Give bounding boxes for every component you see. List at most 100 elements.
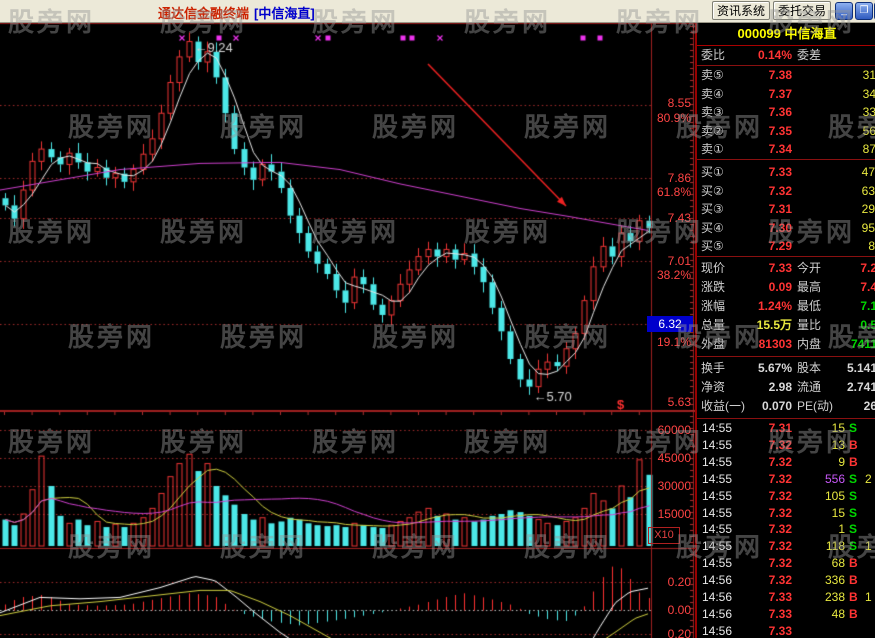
price-axis-label: 61.8% [656, 185, 691, 199]
volume-unit-label: X10 [648, 527, 680, 544]
trade-extra: 2 [865, 471, 872, 486]
quote-label: 外盘 [701, 337, 726, 351]
trade-row[interactable]: 14:55 7.32 68 B [697, 555, 875, 572]
title-bar: 通达信金融终端[中信海直] 资讯系统 委托交易 _ ❐ ✕ [0, 0, 875, 23]
volume-axis-label: 45000 [657, 451, 691, 465]
ask-volume: 31 [862, 68, 875, 82]
quote-value: 5.67% [757, 361, 792, 375]
trade-time: 14:56 [702, 590, 733, 604]
ask-volume: 56 [862, 123, 875, 138]
trade-row[interactable]: 14:56 7.33 [697, 623, 875, 638]
price-axis-label: 38.2% [656, 268, 691, 282]
trade-price: 7.33 [768, 623, 792, 638]
bid-price: 7.29 [768, 239, 792, 254]
ask-price: 7.34 [768, 142, 792, 157]
bid-price: 7.33 [768, 165, 792, 179]
price-axis-label: 80.9% [656, 111, 691, 125]
trade-row[interactable]: 14:55 7.32 556 S 2 [697, 471, 875, 488]
bid-label: 买③ [701, 202, 724, 217]
quote-label: 总量 [701, 318, 726, 332]
trade-row[interactable]: 14:55 7.32 105 S [697, 488, 875, 505]
ask-label: 卖③ [701, 105, 724, 120]
trade-price: 7.32 [768, 437, 792, 452]
trade-volume: 68 [831, 556, 845, 571]
trade-row[interactable]: 14:56 7.32 336 B [697, 572, 875, 589]
stock-name-bracket: [中信海直] [254, 6, 315, 21]
ask-row: 卖④ 7.37 34 [697, 85, 875, 103]
quote-panel: 000099 中信海直 委比 0.14% 委差 卖⑤ 7.38 31 卖④ 7.37 34… [695, 22, 875, 638]
quote-value: 2.98 [768, 380, 792, 394]
trade-time: 14:55 [702, 437, 733, 452]
trade-row[interactable]: 14:56 7.33 238 B 1 [697, 589, 875, 606]
quote-row: 涨跌 0.09 最高 7.4 [697, 278, 875, 297]
quote-label: 净资 [701, 380, 726, 394]
trade-price: 7.32 [768, 556, 792, 571]
stock-chart-canvas[interactable] [0, 0, 695, 638]
bid-row: 买① 7.33 47 [697, 163, 875, 181]
minimize-button[interactable]: _ [835, 2, 853, 20]
quote-row: 现价 7.33 今开 7.2 [697, 259, 875, 278]
bid-row: 买② 7.32 63 [697, 182, 875, 200]
bid-label: 买① [701, 165, 724, 179]
trade-volume: 556 [824, 471, 845, 486]
quote-value: 5.141 [846, 361, 875, 375]
trade-row[interactable]: 14:55 7.32 1 S [697, 521, 875, 538]
trade-row[interactable]: 14:55 7.31 15 S [697, 420, 875, 437]
bid-label: 买② [701, 183, 724, 198]
ask-price: 7.37 [768, 86, 792, 101]
ask-volume: 87 [862, 142, 875, 157]
weibi-label: 委比 [701, 48, 726, 62]
ask-row: 卖⑤ 7.38 31 [697, 66, 875, 84]
trade-extra: 1 [865, 590, 872, 604]
trade-price: 7.32 [768, 471, 792, 486]
trade-side: B [849, 590, 858, 604]
price-axis-label: 7.86 [667, 171, 691, 185]
ask-row: 卖③ 7.36 33 [697, 103, 875, 121]
trade-time: 14:55 [702, 539, 733, 554]
trade-volume: 15 [831, 505, 845, 520]
trade-time: 14:56 [702, 623, 733, 638]
trade-side: S [849, 471, 858, 486]
trade-row[interactable]: 14:55 7.32 118 S 1 [697, 538, 875, 555]
quote-value: 0.09 [768, 280, 792, 294]
trade-volume: 118 [825, 539, 845, 554]
bid-volume: 95 [861, 220, 875, 235]
trade-volume: 238 [824, 590, 845, 604]
quote-row: 换手 5.67% 股本 5.141 [697, 359, 875, 378]
weicha-label: 委差 [797, 48, 822, 62]
trade-row[interactable]: 14:56 7.33 48 B [697, 606, 875, 623]
trade-time: 14:55 [702, 505, 733, 520]
quote-row: 总量 15.5万 量比 0.5 [697, 316, 875, 335]
ask-row: 卖② 7.35 56 [697, 122, 875, 140]
trade-entrust-button[interactable]: 委托交易 [773, 1, 831, 20]
bid-price: 7.31 [768, 202, 792, 217]
news-system-button[interactable]: 资讯系统 [712, 1, 770, 20]
price-axis-label: 7.01 [667, 254, 691, 268]
restore-button[interactable]: ❐ [855, 2, 873, 20]
macd-axis-label: 0.00 [667, 603, 691, 617]
bid-row: 买③ 7.31 29 [697, 200, 875, 218]
trade-row[interactable]: 14:55 7.32 9 B [697, 454, 875, 471]
trade-row[interactable]: 14:55 7.32 13 B [697, 437, 875, 454]
quote-label: 涨跌 [701, 280, 726, 294]
bid-label: 买⑤ [701, 239, 724, 254]
price-axis-label: 19.1% [656, 335, 691, 349]
volume-axis-label: 30000 [657, 479, 691, 493]
trade-volume: 1 [838, 522, 845, 537]
trade-time: 14:55 [702, 454, 733, 469]
quote-value: 26 [863, 399, 875, 413]
app-title: 通达信金融终端 [158, 6, 250, 21]
quote-value: 0.5 [860, 318, 875, 332]
trade-time: 14:56 [702, 573, 733, 588]
ask-price: 7.35 [768, 123, 792, 138]
trade-volume: 15 [831, 421, 845, 435]
trade-time: 14:56 [702, 606, 733, 621]
quote-label: 涨幅 [701, 299, 726, 313]
quote-value: 15.5万 [756, 318, 792, 332]
trade-time: 14:55 [702, 522, 733, 537]
trade-side: B [849, 437, 858, 452]
bid-row: 买⑤ 7.29 8 [697, 237, 875, 255]
trade-row[interactable]: 14:55 7.32 15 S [697, 505, 875, 522]
bid-row: 买④ 7.30 95 [697, 219, 875, 237]
quote-row: 净资 2.98 流通 2.741 [697, 378, 875, 397]
